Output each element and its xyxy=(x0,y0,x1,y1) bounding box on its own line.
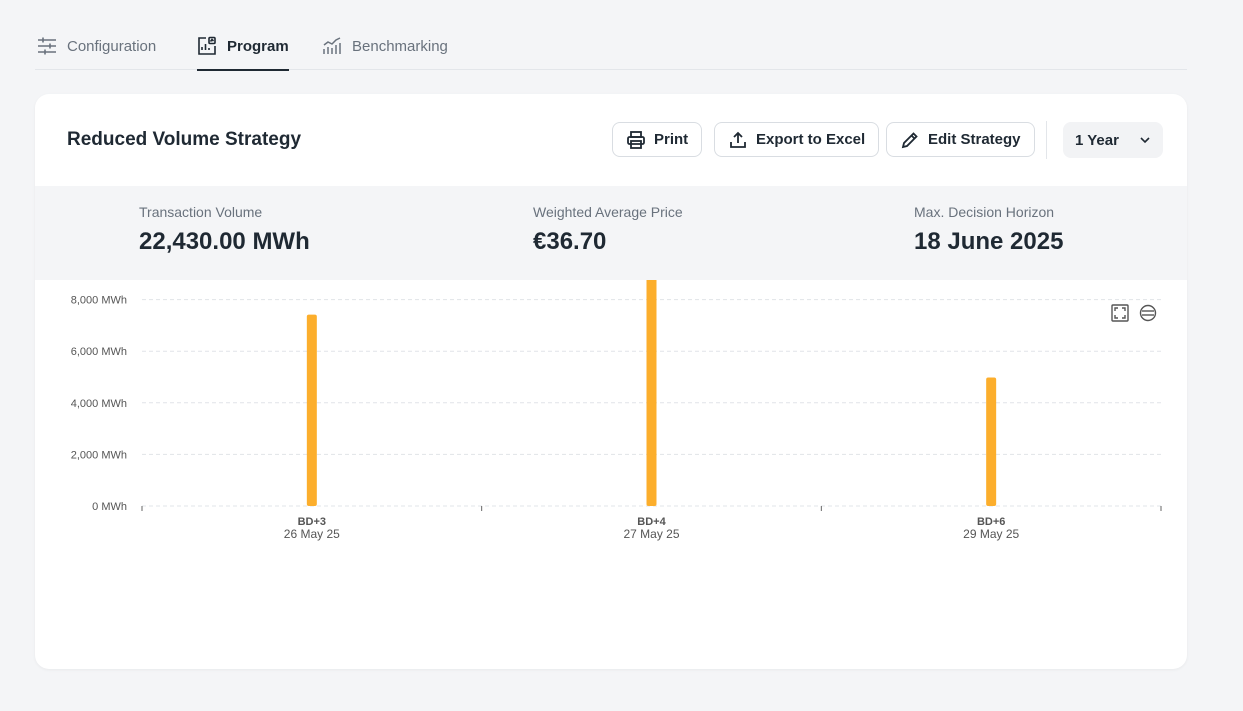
stat-decision-horizon: Max. Decision Horizon 18 June 2025 xyxy=(914,204,1063,256)
chart-area: 0 MWh 2,000 MWh 4,000 MWh 6,000 MWh 8,000 MW… xyxy=(35,243,1187,669)
program-icon xyxy=(197,36,217,56)
chart-line-icon xyxy=(322,36,342,56)
stat-value: 22,430.00 MWh xyxy=(139,228,310,255)
tab-configuration[interactable]: Configuration xyxy=(37,22,156,70)
y-tick-label: 6,000 MWh xyxy=(71,346,127,358)
x-tick-date-label: 29 May 25 xyxy=(963,527,1019,541)
stat-label: Weighted Average Price xyxy=(533,204,683,220)
printer-icon xyxy=(627,130,645,149)
period-value: 1 Year xyxy=(1075,131,1119,149)
edit-label: Edit Strategy xyxy=(928,131,1021,148)
pencil-icon xyxy=(901,131,918,148)
bar xyxy=(646,248,657,507)
stat-weighted-average-price: Weighted Average Price €36.70 xyxy=(533,204,683,256)
bar xyxy=(306,314,317,506)
export-label: Export to Excel xyxy=(756,131,866,148)
tab-benchmarking-label: Benchmarking xyxy=(352,37,448,55)
x-tick-date-label: 27 May 25 xyxy=(623,527,679,541)
toolbar-divider xyxy=(1046,121,1047,159)
y-tick-label: 0 MWh xyxy=(92,501,127,513)
fullscreen-icon[interactable] xyxy=(1111,304,1129,322)
bar-chart: 0 MWh 2,000 MWh 4,000 MWh 6,000 MWh 8,000 MW… xyxy=(65,243,1162,541)
tab-bar: Configuration Program Benchmarking xyxy=(35,22,1187,71)
sliders-icon xyxy=(37,36,57,56)
y-tick-label: 2,000 MWh xyxy=(71,449,127,461)
y-tick-label: 4,000 MWh xyxy=(71,398,127,410)
tab-benchmarking[interactable]: Benchmarking xyxy=(322,22,448,70)
print-button[interactable]: Print xyxy=(612,122,703,157)
x-tick-date-label: 26 May 25 xyxy=(284,527,340,541)
tab-program-label: Program xyxy=(227,37,289,55)
y-tick-label: 8,000 MWh xyxy=(71,295,127,307)
stat-label: Max. Decision Horizon xyxy=(914,204,1055,220)
stat-value: 18 June 2025 xyxy=(914,228,1064,255)
strategy-card: Reduced Volume Strategy Print Export to … xyxy=(35,94,1187,669)
chevron-down-icon xyxy=(1140,137,1150,144)
tab-program[interactable]: Program xyxy=(197,22,289,71)
export-excel-button[interactable]: Export to Excel xyxy=(714,122,880,157)
upload-icon xyxy=(730,131,746,148)
bar xyxy=(986,377,997,506)
period-select[interactable]: 1 Year xyxy=(1063,122,1163,158)
edit-strategy-button[interactable]: Edit Strategy xyxy=(886,122,1035,157)
stat-label: Transaction Volume xyxy=(139,204,263,220)
reset-zoom-icon[interactable] xyxy=(1139,304,1157,322)
card-title: Reduced Volume Strategy xyxy=(67,129,302,150)
stats-panel: Transaction Volume 22,430.00 MWh Weighte… xyxy=(35,186,1187,280)
stat-transaction-volume: Transaction Volume 22,430.00 MWh xyxy=(139,204,310,256)
stat-value: €36.70 xyxy=(533,228,607,255)
tab-configuration-label: Configuration xyxy=(67,37,157,55)
print-label: Print xyxy=(654,131,689,148)
